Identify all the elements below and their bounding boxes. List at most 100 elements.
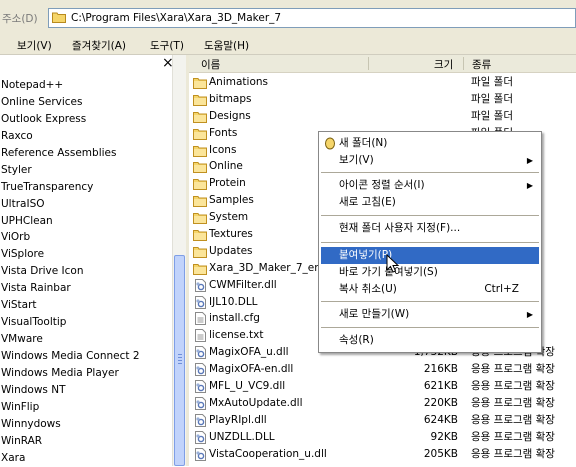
tree-item[interactable]: Windows NT	[0, 382, 172, 399]
context-menu-item[interactable]: 속성(R)	[321, 332, 539, 349]
tree-item[interactable]: UPHClean	[0, 213, 172, 230]
folder-icon	[193, 177, 207, 191]
tree-item[interactable]: WinFlip	[0, 399, 172, 416]
column-header-size[interactable]: 크기	[434, 57, 453, 72]
address-bar: 주소(D) C:\Program Files\Xara\Xara_3D_Make…	[0, 0, 576, 34]
tree-item[interactable]: ViOrb	[0, 229, 172, 246]
menu-separator	[321, 215, 539, 216]
dll-icon	[193, 380, 207, 394]
context-menu-item[interactable]: 바로 가기 붙여넣기(S)	[321, 264, 539, 281]
file-row[interactable]: Designs 파일 폴더	[189, 108, 576, 125]
file-name: Textures	[209, 228, 253, 241]
tree-item[interactable]: ViSplore	[0, 246, 172, 263]
file-row[interactable]: MFL_U_VC9.dll 621KB 응용 프로그램 확장	[189, 378, 576, 395]
folder-tree-scrollbar[interactable]	[172, 55, 187, 466]
address-label: 주소(D)	[2, 13, 38, 25]
folder-icon	[193, 144, 207, 157]
context-menu-item[interactable]: 새로 고침(E)	[321, 194, 539, 211]
tree-item[interactable]: Outlook Express	[0, 111, 172, 128]
submenu-arrow-icon: ▶	[526, 310, 533, 319]
file-row[interactable]: MxAutoUpdate.dll 220KB 응용 프로그램 확장	[189, 395, 576, 412]
menu-favorites[interactable]: 즐겨찾기(A)	[72, 38, 126, 53]
file-row[interactable]: VistaCooperation_u.dll 205KB 응용 프로그램 확장	[189, 446, 576, 463]
column-headers: 이름 크기 종류	[189, 55, 576, 73]
tree-item[interactable]: TrueTransparency	[0, 179, 172, 196]
file-size: 624KB	[423, 413, 458, 426]
tree-item[interactable]: Windows Media Player	[0, 365, 172, 382]
folder-icon	[193, 228, 207, 242]
context-menu-item[interactable]: 새로 만들기(W) ▶	[321, 306, 539, 323]
file-type: 응용 프로그램 확장	[471, 447, 555, 460]
tree-item[interactable]: Styler	[0, 162, 172, 179]
folder-tree-pane: × Notepad++ Online Services Outlook Expres…	[0, 55, 187, 467]
file-name: bitmaps	[209, 92, 252, 105]
column-header-name[interactable]: 이름	[201, 57, 220, 72]
menu-tools[interactable]: 도구(T)	[150, 38, 184, 53]
file-name: Fonts	[209, 126, 238, 139]
file-row[interactable]: bitmaps 파일 폴더	[189, 91, 576, 108]
address-path: C:\Program Files\Xara\Xara_3D_Maker_7	[71, 12, 282, 24]
tree-item[interactable]: Notepad++	[0, 77, 172, 94]
context-menu-label: 현재 폴더 사용자 지정(F)...	[339, 222, 461, 234]
file-row[interactable]: Animations 파일 폴더	[189, 74, 576, 91]
file-size: 205KB	[423, 447, 458, 460]
file-size: 92KB	[430, 430, 458, 443]
tree-item[interactable]: Winnydows	[0, 416, 172, 433]
file-name: UNZDLL.DLL	[209, 430, 275, 443]
context-menu-item[interactable]: 복사 취소(U) Ctrl+Z	[321, 281, 539, 298]
shortcut-label: Ctrl+Z	[484, 283, 519, 295]
dll-icon	[193, 396, 207, 410]
new-folder-icon	[324, 137, 336, 150]
tree-item[interactable]: VisualTooltip	[0, 314, 172, 331]
address-input[interactable]: C:\Program Files\Xara\Xara_3D_Maker_7	[48, 8, 576, 28]
folder-icon	[193, 110, 207, 123]
context-menu-item[interactable]: 새 폴더(N)	[321, 135, 539, 152]
file-type: 응용 프로그램 확장	[471, 413, 555, 426]
dll-icon	[193, 430, 207, 444]
tree-item[interactable]: ViStart	[0, 297, 172, 314]
tree-item[interactable]: Vista Rainbar	[0, 280, 172, 297]
context-menu-item[interactable]: 보기(V) ▶	[321, 152, 539, 169]
menu-bar: 보기(V) 즐겨찾기(A) 도구(T) 도움말(H)	[0, 34, 576, 55]
context-menu-label: 속성(R)	[339, 334, 374, 346]
file-name: MFL_U_VC9.dll	[209, 380, 286, 393]
scrollbar-thumb[interactable]	[174, 255, 185, 466]
tree-item[interactable]: Windows Media Connect 2	[0, 348, 172, 365]
file-row[interactable]: UNZDLL.DLL 92KB 응용 프로그램 확장	[189, 429, 576, 446]
folder-pane-header: ×	[0, 55, 186, 73]
file-name: System	[209, 211, 249, 224]
file-row[interactable]: PlayRIpl.dll 624KB 응용 프로그램 확장	[189, 412, 576, 429]
context-menu-item[interactable]: 현재 폴더 사용자 지정(F)...	[321, 220, 539, 237]
menu-help[interactable]: 도움말(H)	[204, 38, 249, 53]
folder-icon	[193, 76, 207, 89]
menu-view[interactable]: 보기(V)	[17, 38, 52, 53]
tree-item[interactable]: Raxco	[0, 128, 172, 145]
context-menu-label: 새로 고침(E)	[339, 196, 396, 208]
file-name: Xara_3D_Maker_7_en-	[209, 261, 325, 274]
tree-item[interactable]: WinRAR	[0, 433, 172, 450]
menu-separator	[321, 301, 539, 302]
folder-tree: Notepad++ Online Services Outlook Express R…	[0, 77, 172, 467]
tree-item[interactable]: Vista Drive Icon	[0, 263, 172, 280]
file-type: 파일 폴더	[471, 76, 513, 88]
column-header-type[interactable]: 종류	[472, 57, 491, 72]
folder-icon	[52, 12, 66, 23]
file-type: 파일 폴더	[471, 109, 513, 122]
tree-item[interactable]: Xara	[0, 450, 172, 467]
context-menu-item[interactable]: 아이콘 정렬 순서(I) ▶	[321, 177, 539, 194]
file-name: IJL10.DLL	[209, 295, 258, 308]
menu-separator	[321, 172, 539, 173]
context-menu-label: 보기(V)	[339, 154, 374, 166]
tree-item[interactable]: Reference Assemblies	[0, 145, 172, 162]
file-size: 621KB	[423, 380, 458, 393]
tree-item[interactable]: Online Services	[0, 94, 172, 111]
tree-item[interactable]: VMware	[0, 331, 172, 348]
file-name: license.txt	[209, 329, 264, 342]
file-name: MagixOFA_u.dll	[209, 346, 289, 359]
file-row[interactable]: MagixOFA-en.dll 216KB 응용 프로그램 확장	[189, 361, 576, 378]
file-name: Online	[209, 160, 243, 173]
file-type: 응용 프로그램 확장	[471, 363, 555, 376]
dll-icon	[193, 413, 207, 427]
tree-item[interactable]: UltraISO	[0, 196, 172, 213]
context-menu-item[interactable]: 붙여넣기(P)	[321, 247, 539, 264]
